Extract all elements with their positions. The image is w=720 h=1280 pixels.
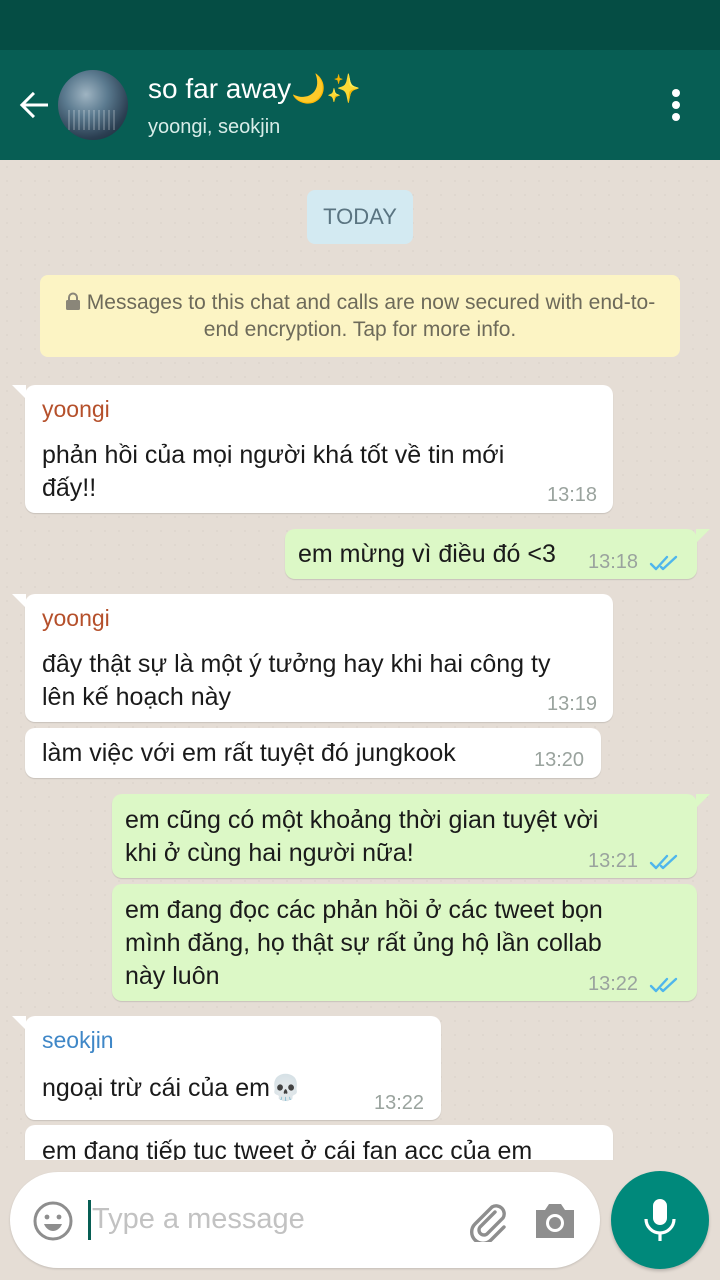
message-bubble-incoming[interactable]: em đang tiếp tục tweet ở cái fan acc của… xyxy=(25,1125,613,1160)
status-bar xyxy=(0,0,720,50)
message-text: em đang tiếp tục tweet ở cái fan acc của… xyxy=(42,1137,533,1160)
message-list[interactable]: TODAY Messages to this chat and calls ar… xyxy=(0,160,720,1160)
back-arrow-icon[interactable] xyxy=(14,85,54,125)
message-time: 13:18 xyxy=(588,551,639,573)
chat-title[interactable]: so far away🌙✨ xyxy=(148,72,361,105)
date-divider: TODAY xyxy=(307,190,413,244)
message-bubble-incoming[interactable]: yoongi phản hồi của mọi người khá tốt về… xyxy=(12,385,613,513)
encryption-notice-text: Messages to this chat and calls are now … xyxy=(86,291,656,341)
message-text-line: mình đăng, họ thật sự rất ủng hộ lần col… xyxy=(125,929,602,957)
message-text-line: phản hồi của mọi người khá tốt về tin mớ… xyxy=(42,441,505,469)
message-input-bar[interactable]: Type a message xyxy=(10,1172,600,1268)
chat-header: so far away🌙✨ yoongi, seokjin xyxy=(0,50,720,160)
message-text-line: lên kế hoạch này xyxy=(42,683,232,711)
sender-name: yoongi xyxy=(42,396,110,422)
message-text-line: này luôn xyxy=(125,962,220,990)
more-vert-icon[interactable] xyxy=(660,85,692,125)
message-time: 13:19 xyxy=(547,693,598,715)
camera-icon[interactable] xyxy=(532,1198,578,1242)
chat-participants[interactable]: yoongi, seokjin xyxy=(148,116,280,139)
message-text-line: khi ở cùng hai người nữa! xyxy=(125,839,414,867)
message-text: làm việc với em rất tuyệt đó jungkook xyxy=(42,739,456,767)
message-bubble-outgoing[interactable]: em mừng vì điều đó <3 13:18 xyxy=(285,529,710,579)
message-bubble-incoming[interactable]: seokjin ngoại trừ cái của em💀 13:22 xyxy=(12,1016,441,1120)
message-text: ngoại trừ cái của em💀 xyxy=(42,1074,302,1102)
sender-name: seokjin xyxy=(42,1027,114,1053)
mic-icon xyxy=(644,1199,676,1241)
message-time: 13:22 xyxy=(374,1092,425,1114)
message-text-line: em cũng có một khoảng thời gian tuyệt vờ… xyxy=(125,806,599,834)
double-check-icon xyxy=(649,549,681,571)
mic-button[interactable] xyxy=(611,1171,709,1269)
message-time: 13:20 xyxy=(534,749,585,771)
message-time: 13:18 xyxy=(547,484,598,506)
message-input-placeholder[interactable]: Type a message xyxy=(92,1203,305,1236)
double-check-icon xyxy=(649,848,681,870)
double-check-icon xyxy=(649,971,681,993)
encryption-notice[interactable]: Messages to this chat and calls are now … xyxy=(40,275,680,357)
emoji-icon[interactable] xyxy=(32,1200,74,1242)
message-text-line: em đang đọc các phản hồi ở các tweet bọn xyxy=(125,896,603,924)
group-avatar[interactable] xyxy=(58,70,128,140)
message-bubble-outgoing[interactable]: em cũng có một khoảng thời gian tuyệt vờ… xyxy=(112,794,710,878)
lock-icon xyxy=(65,290,81,310)
message-text-line: đấy!! xyxy=(42,474,97,502)
sender-name: yoongi xyxy=(42,605,110,631)
message-text-line: đây thật sự là một ý tưởng hay khi hai c… xyxy=(42,650,551,678)
message-text: em mừng vì điều đó <3 xyxy=(298,540,556,568)
message-time: 13:21 xyxy=(588,850,639,872)
message-bubble-outgoing[interactable]: em đang đọc các phản hồi ở các tweet bọn… xyxy=(112,884,697,1001)
attachment-icon[interactable] xyxy=(465,1198,509,1245)
message-bubble-incoming[interactable]: làm việc với em rất tuyệt đó jungkook 13… xyxy=(25,728,601,778)
text-cursor xyxy=(88,1200,91,1240)
message-bubble-incoming[interactable]: yoongi đây thật sự là một ý tưởng hay kh… xyxy=(12,594,613,722)
message-time: 13:22 xyxy=(588,973,639,995)
